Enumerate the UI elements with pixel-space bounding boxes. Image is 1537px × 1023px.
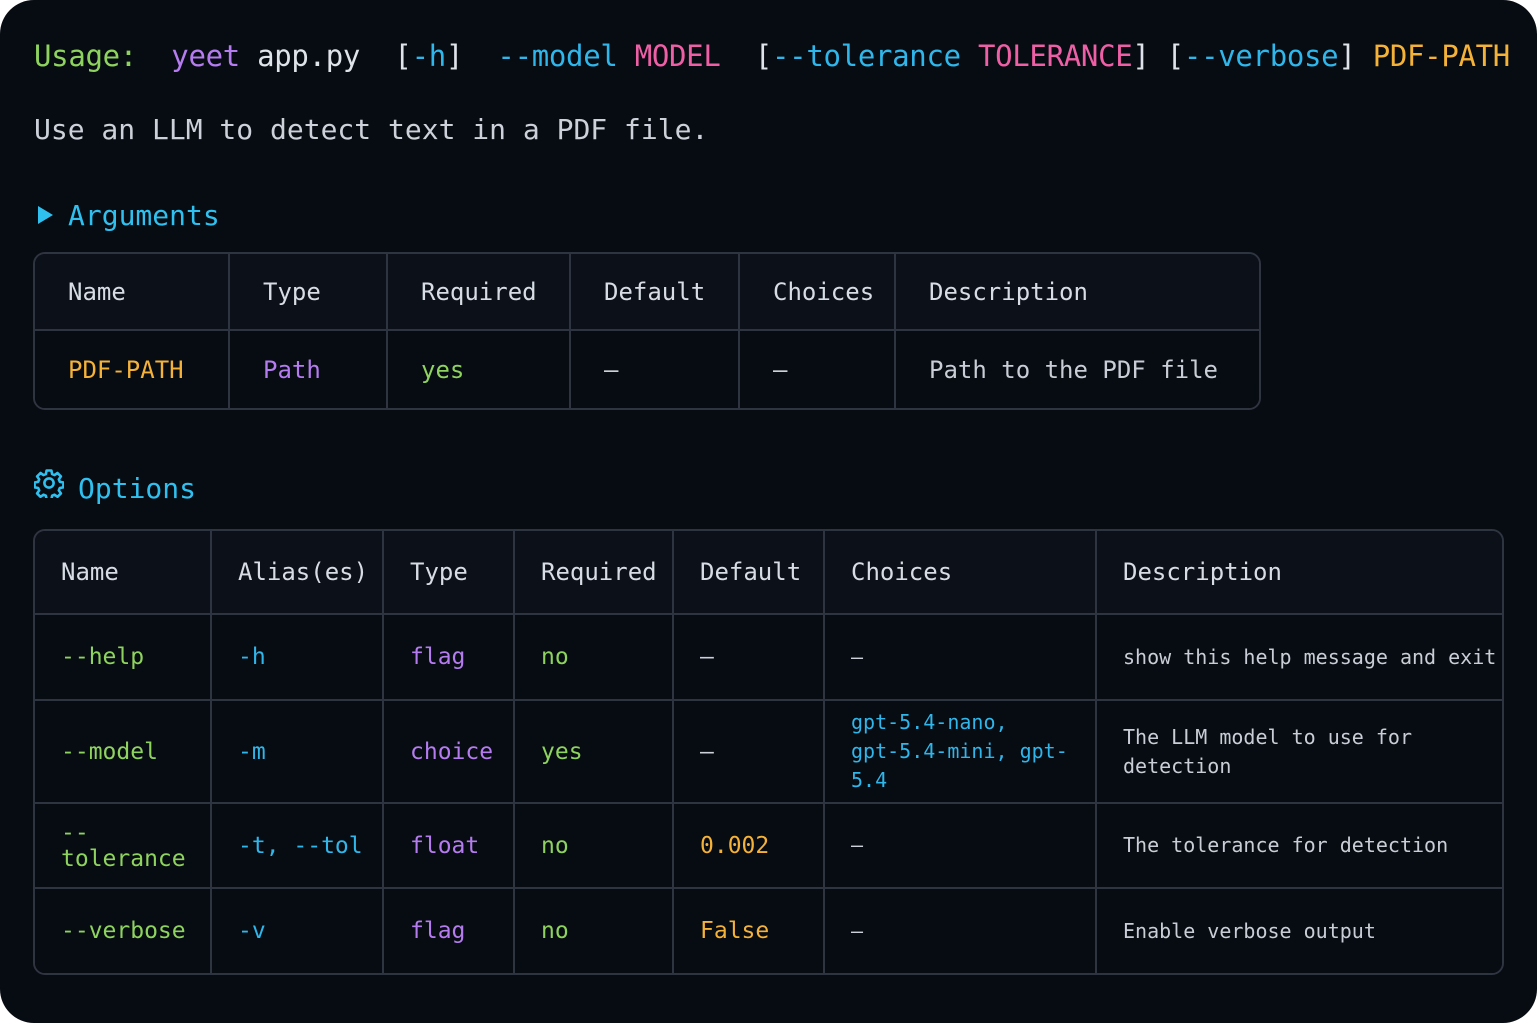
usage-bracket: ] — [1132, 39, 1150, 73]
usage-tolerance-flag: --tolerance — [772, 39, 961, 73]
usage-tolerance-metavar: TOLERANCE — [977, 39, 1133, 73]
arguments-heading: Arguments — [36, 196, 220, 236]
option-choices-line: – — [851, 644, 864, 669]
option-choices-line: gpt-5.4-mini, gpt-5.4 — [851, 739, 1068, 792]
option-description: show this help message and exit — [1097, 615, 1502, 701]
option-default: – — [674, 615, 825, 701]
usage-bracket: [ — [394, 39, 412, 73]
argument-default: – — [571, 331, 740, 408]
argument-type: Path — [230, 331, 388, 408]
table-header-row: Name Type Required Default Choices Descr… — [35, 254, 1259, 331]
option-description: Enable verbose output — [1097, 889, 1502, 973]
usage-line: Usage: yeet app.py [-h] --model MODEL [-… — [34, 36, 1510, 76]
terminal-window: Usage: yeet app.py [-h] --model MODEL [-… — [0, 0, 1537, 1023]
option-required: no — [515, 889, 674, 973]
argument-description: Path to the PDF file — [896, 331, 1259, 408]
option-aliases: -v — [212, 889, 384, 973]
usage-positional: PDF-PATH — [1372, 39, 1511, 73]
argument-choices: – — [740, 331, 896, 408]
table-row: --tolerance -t, --tol float no 0.002 – T… — [35, 804, 1502, 889]
column-header: Required — [515, 531, 674, 615]
column-header: Description — [1097, 531, 1502, 615]
triangle-right-icon — [36, 196, 54, 236]
option-description: The tolerance for detection — [1097, 804, 1502, 889]
option-name: --model — [35, 701, 212, 804]
argument-name: PDF-PATH — [35, 331, 230, 408]
option-aliases: -m — [212, 701, 384, 804]
option-type: flag — [384, 615, 515, 701]
arguments-table: Name Type Required Default Choices Descr… — [33, 252, 1261, 410]
option-name: --help — [35, 615, 212, 701]
column-header: Default — [571, 254, 740, 331]
column-header: Type — [230, 254, 388, 331]
option-name: --verbose — [35, 889, 212, 973]
usage-verbose-flag: --verbose — [1183, 39, 1339, 73]
program-description: Use an LLM to detect text in a PDF file. — [34, 113, 709, 146]
usage-command: yeet — [171, 39, 240, 73]
option-aliases: -t, --tol — [212, 804, 384, 889]
option-name: --tolerance — [35, 804, 212, 889]
option-required: no — [515, 804, 674, 889]
option-required: no — [515, 615, 674, 701]
column-header: Alias(es) — [212, 531, 384, 615]
usage-model-metavar: MODEL — [634, 39, 721, 73]
column-header: Default — [674, 531, 825, 615]
option-type: choice — [384, 701, 515, 804]
option-aliases: -h — [212, 615, 384, 701]
column-header: Choices — [825, 531, 1097, 615]
option-default: False — [674, 889, 825, 973]
option-description: The LLM model to use for detection — [1097, 701, 1502, 804]
argument-required: yes — [388, 331, 571, 408]
gear-icon — [33, 468, 65, 509]
usage-model-flag: --model — [497, 39, 618, 73]
option-choices: – — [825, 615, 1097, 701]
column-header: Description — [896, 254, 1259, 331]
option-required: yes — [515, 701, 674, 804]
column-header: Type — [384, 531, 515, 615]
option-choices: – — [825, 804, 1097, 889]
usage-label: Usage: — [34, 39, 137, 73]
table-row: --help -h flag no – – show this help mes… — [35, 615, 1502, 701]
arguments-title: Arguments — [68, 199, 220, 232]
usage-bracket: ] — [445, 39, 464, 73]
usage-bracket: ] — [1338, 39, 1356, 73]
option-default: 0.002 — [674, 804, 825, 889]
table-header-row: Name Alias(es) Type Required Default Cho… — [35, 531, 1502, 615]
options-title: Options — [78, 471, 197, 505]
option-choices-line: gpt-5.4-nano, — [851, 710, 1008, 734]
option-choices: – — [825, 889, 1097, 973]
table-row: --model -m choice yes – gpt-5.4-nano, gpt… — [35, 701, 1502, 804]
option-choices: gpt-5.4-nano, gpt-5.4-mini, gpt-5.4 — [825, 701, 1097, 804]
option-choices-line: – — [851, 833, 864, 857]
option-default: – — [674, 701, 825, 804]
usage-bracket: [ — [1166, 39, 1184, 73]
column-header: Name — [35, 254, 230, 331]
usage-bracket: [ — [754, 39, 773, 73]
options-table: Name Alias(es) Type Required Default Cho… — [33, 529, 1504, 975]
column-header: Choices — [740, 254, 896, 331]
options-heading: Options — [33, 468, 197, 509]
usage-help-flag: -h — [411, 39, 447, 73]
table-row: PDF-PATH Path yes – – Path to the PDF fi… — [35, 331, 1259, 408]
table-row: --verbose -v flag no False – Enable verb… — [35, 889, 1502, 973]
usage-script: app.py — [257, 39, 361, 73]
option-type: float — [384, 804, 515, 889]
option-type: flag — [384, 889, 515, 973]
column-header: Required — [388, 254, 571, 331]
column-header: Name — [35, 531, 212, 615]
option-choices-line: – — [851, 918, 864, 943]
